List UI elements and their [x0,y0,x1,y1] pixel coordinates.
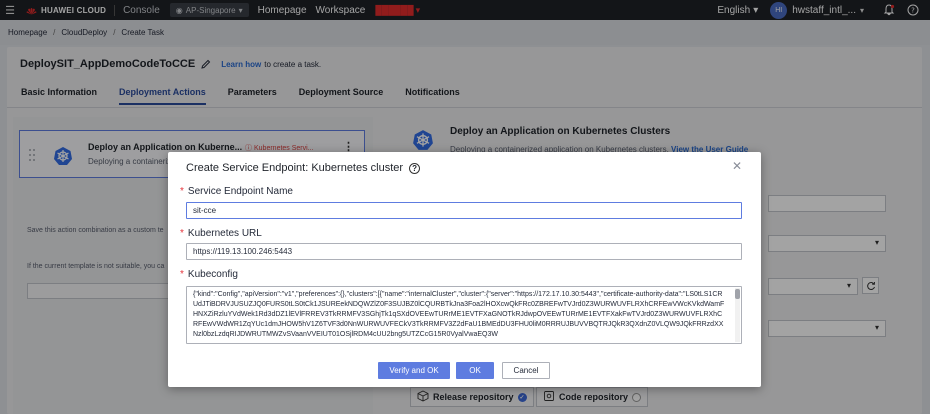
required-asterisk: * [180,186,184,197]
endpoint-name-input[interactable]: sit-cce [186,202,742,219]
endpoint-name-label: * Service Endpoint Name [180,186,293,197]
kubeconfig-textarea[interactable]: {"kind":"Config","apiVersion":"v1","pref… [186,286,742,344]
kubernetes-url-input[interactable]: https://119.13.100.246:5443 [186,243,742,260]
verify-and-ok-button[interactable]: Verify and OK [378,362,450,379]
create-service-endpoint-dialog: Create Service Endpoint: Kubernetes clus… [168,152,761,387]
scrollbar-thumb[interactable] [735,289,740,299]
dialog-title-row: Create Service Endpoint: Kubernetes clus… [186,162,421,174]
required-asterisk: * [180,269,184,280]
close-icon[interactable]: ✕ [732,159,742,173]
cancel-button[interactable]: Cancel [502,362,550,379]
kubernetes-url-label: * Kubernetes URL [180,228,262,239]
dialog-title: Create Service Endpoint: Kubernetes clus… [186,162,404,174]
kubeconfig-label: * Kubeconfig [180,269,238,280]
kubernetes-url-label-text: Kubernetes URL [187,228,262,239]
kubeconfig-text: {"kind":"Config","apiVersion":"v1","pref… [193,291,725,338]
required-asterisk: * [180,228,184,239]
kubeconfig-scrollbar[interactable] [735,288,740,342]
kubeconfig-label-text: Kubeconfig [187,269,238,280]
ok-button[interactable]: OK [456,362,494,379]
endpoint-name-label-text: Service Endpoint Name [187,186,293,197]
question-mark-icon[interactable]: ? [409,162,421,174]
